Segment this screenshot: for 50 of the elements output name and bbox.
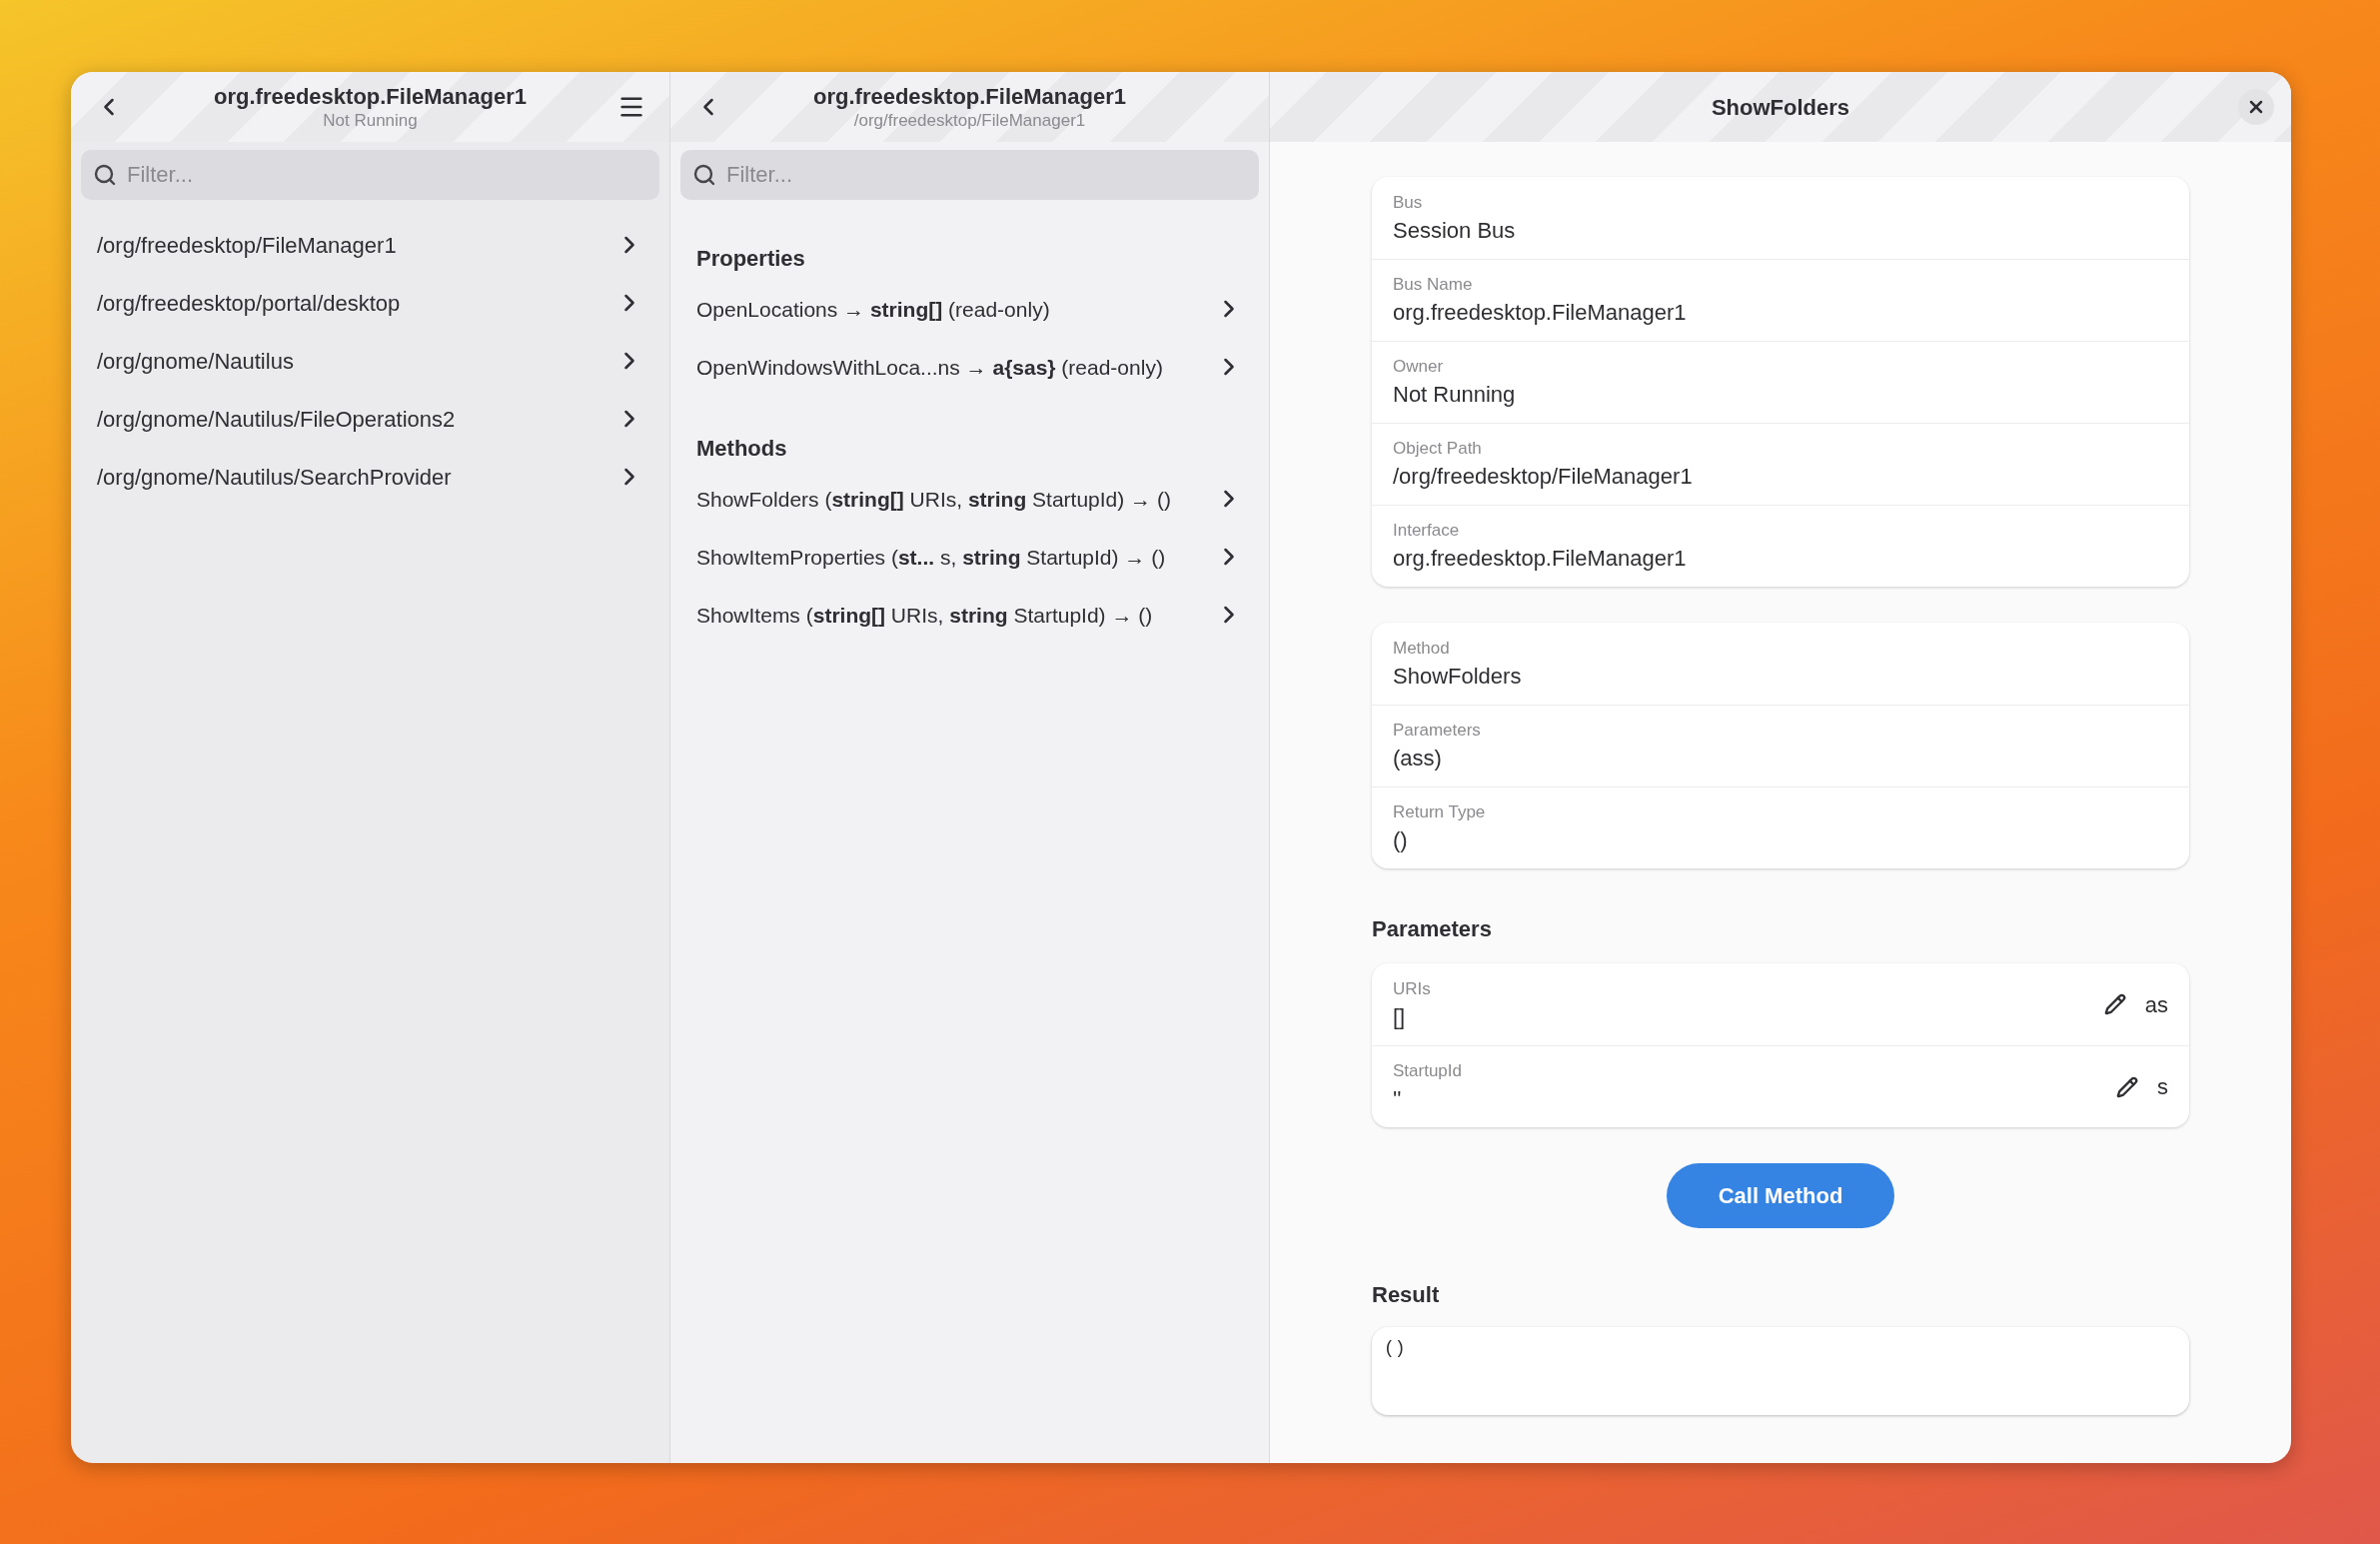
field-label: URIs — [1393, 977, 1432, 999]
filter-field[interactable]: Filter... — [81, 150, 659, 200]
section-heading: Result — [1372, 1281, 1441, 1309]
member-item[interactable]: ShowFolders (string[] URIs, string StartupId) → () — [670, 470, 1269, 528]
pane-subtitle: /org/freedesktop/FileManager1 — [853, 110, 1086, 132]
object-path-item[interactable]: /org/freedesktop/FileManager1 — [71, 216, 669, 274]
detail-title: ShowFolders — [1711, 93, 1850, 122]
field-value: org.freedesktop.FileManager1 — [1393, 545, 1688, 573]
field-value: org.freedesktop.FileManager1 — [1393, 299, 1688, 327]
section-heading: Methods — [696, 434, 787, 463]
member-item[interactable]: OpenWindowsWithLoca...ns → a{sas} (read-only) — [670, 338, 1269, 396]
section-heading: Parameters — [1372, 915, 1493, 943]
object-path-item[interactable]: /org/gnome/Nautilus — [71, 332, 669, 390]
field-label: Object Path — [1393, 438, 1483, 460]
call-method-button[interactable]: Call Method — [1667, 1163, 1894, 1228]
field-value: ShowFolders — [1393, 662, 1523, 691]
search-icon — [692, 163, 716, 187]
member-item[interactable]: ShowItemProperties (st... s, string StartupId) → () — [670, 528, 1269, 586]
type-signature: as — [2144, 990, 2168, 1019]
type-signature: s — [2157, 1073, 2168, 1101]
result-text: () — [1384, 1338, 1406, 1358]
field-value: Session Bus — [1393, 216, 1517, 245]
pencil-icon — [2103, 993, 2126, 1015]
field-label: Owner — [1393, 356, 1445, 378]
field-value: /org/freedesktop/FileManager1 — [1393, 463, 1694, 491]
pane-title: org.freedesktop.FileManager1 — [214, 82, 527, 111]
object-path-item[interactable]: /org/gnome/Nautilus/FileOperations2 — [71, 390, 669, 448]
pane-subtitle: Not Running — [323, 110, 418, 132]
close-button[interactable] — [2238, 89, 2274, 125]
field-label: Return Type — [1393, 801, 1487, 823]
object-path-item[interactable]: /org/gnome/Nautilus/SearchProvider — [71, 448, 669, 506]
field-value: () — [1393, 826, 1409, 854]
field-label: Bus Name — [1393, 274, 1474, 296]
field-value: (ass) — [1393, 745, 1443, 772]
field-label: Method — [1393, 637, 1451, 659]
field-label: Interface — [1393, 520, 1461, 542]
pencil-icon — [2116, 1075, 2138, 1098]
field-label: StartupId — [1393, 1060, 1463, 1082]
field-value: [] — [1393, 1002, 1407, 1031]
filter-field[interactable]: Filter... — [680, 150, 1259, 200]
object-path-item[interactable]: /org/freedesktop/portal/desktop — [71, 274, 669, 332]
field-label: Parameters — [1393, 720, 1482, 742]
member-item[interactable]: OpenLocations → string[] (read-only) — [670, 280, 1269, 338]
field-label: Bus — [1393, 191, 1424, 213]
section-heading: Properties — [696, 244, 805, 273]
pane-title: org.freedesktop.FileManager1 — [813, 82, 1126, 111]
search-icon — [93, 163, 117, 187]
field-value: Not Running — [1393, 381, 1517, 409]
field-value: '' — [1393, 1085, 1403, 1113]
member-item[interactable]: ShowItems (string[] URIs, string StartupId) → () — [670, 586, 1269, 644]
